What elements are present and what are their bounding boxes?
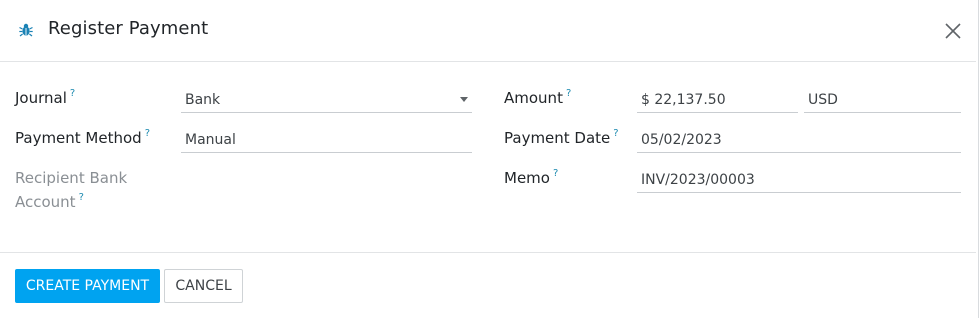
amount-value: $ 22,137.50 xyxy=(641,92,726,108)
recipient-bank-label-line1: Recipient Bank xyxy=(15,169,128,187)
journal-value: Bank xyxy=(185,92,221,108)
payment-date-input[interactable]: 05/02/2023 xyxy=(637,127,961,153)
amount-label-text: Amount xyxy=(504,89,563,107)
payment-date-label: Payment Date? xyxy=(504,128,619,151)
journal-select[interactable]: Bank xyxy=(181,87,472,113)
journal-label-text: Journal xyxy=(15,89,67,107)
payment-method-field[interactable]: Manual xyxy=(181,127,472,153)
payment-date-value: 05/02/2023 xyxy=(641,132,722,148)
payment-date-label-text: Payment Date xyxy=(504,129,611,147)
dialog-footer: CREATE PAYMENT CANCEL xyxy=(0,252,976,318)
amount-help-icon[interactable]: ? xyxy=(566,88,571,99)
payment-date-help-icon[interactable]: ? xyxy=(613,128,618,139)
dialog-title: Register Payment xyxy=(48,18,209,39)
bug-icon xyxy=(19,23,33,37)
memo-input[interactable]: INV/2023/00003 xyxy=(637,167,961,193)
register-payment-dialog: Register Payment Journal? Bank Payment M… xyxy=(0,0,979,318)
caret-down-icon xyxy=(460,97,468,102)
recipient-bank-account-label: Recipient Bank Account? xyxy=(15,168,165,215)
currency-select[interactable]: USD xyxy=(804,87,961,113)
recipient-bank-help-icon[interactable]: ? xyxy=(79,192,84,203)
amount-input[interactable]: $ 22,137.50 xyxy=(637,87,798,113)
dialog-header: Register Payment xyxy=(0,0,976,62)
payment-method-label: Payment Method? xyxy=(15,128,150,151)
close-icon[interactable] xyxy=(942,20,964,42)
payment-method-help-icon[interactable]: ? xyxy=(145,128,150,139)
payment-method-value: Manual xyxy=(185,132,236,148)
journal-label: Journal? xyxy=(15,88,75,111)
cancel-button[interactable]: CANCEL xyxy=(164,269,243,303)
memo-help-icon[interactable]: ? xyxy=(553,168,558,179)
amount-label: Amount? xyxy=(504,88,571,111)
memo-label: Memo? xyxy=(504,168,558,191)
create-payment-button[interactable]: CREATE PAYMENT xyxy=(15,269,160,303)
memo-value: INV/2023/00003 xyxy=(641,172,755,188)
currency-value: USD xyxy=(808,92,838,108)
recipient-bank-label-line2: Account xyxy=(15,193,76,211)
journal-help-icon[interactable]: ? xyxy=(70,88,75,99)
memo-label-text: Memo xyxy=(504,169,550,187)
payment-method-label-text: Payment Method xyxy=(15,129,142,147)
